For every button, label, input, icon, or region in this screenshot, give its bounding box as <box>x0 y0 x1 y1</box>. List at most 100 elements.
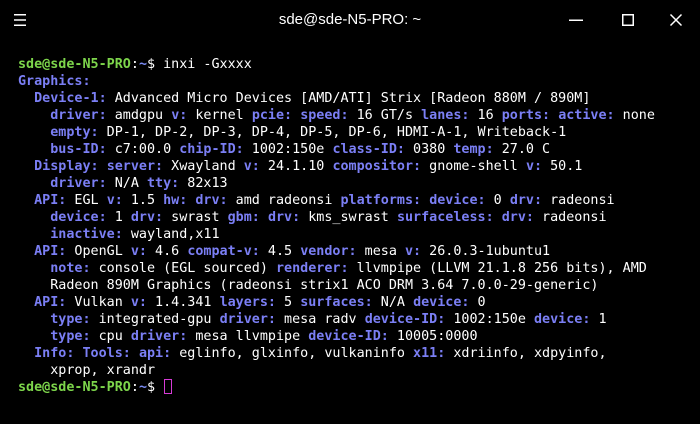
output-value: 26.0.3-1ubuntu1 <box>421 244 551 259</box>
output-key: type: <box>50 312 91 327</box>
output-key: API: <box>34 295 67 310</box>
output-key: layers: <box>219 295 276 310</box>
prompt-symbol: $ <box>147 57 164 72</box>
output-key: server: <box>106 159 164 174</box>
prompt-user-host: sde@sde-N5-PRO <box>18 57 131 72</box>
output-value: 4.5 <box>259 244 301 259</box>
output-value: kernel <box>187 108 252 123</box>
output-value: 1.5 <box>122 193 164 208</box>
output-line: Radeon 890M Graphics (radeonsi strix1 AC… <box>18 277 692 294</box>
output-key: v: <box>243 159 260 174</box>
output-value: Advanced Micro Devices [AMD/ATI] Strix [… <box>106 91 591 106</box>
output-value: 1002:150e <box>445 312 534 327</box>
output-value: radeonsi <box>534 210 607 225</box>
output-value: eglinfo, glxinfo, vulkaninfo <box>171 346 414 361</box>
output-value <box>18 329 50 344</box>
output-key: Device-1: <box>34 91 107 106</box>
output-value <box>99 159 107 174</box>
output-key: API: <box>34 193 67 208</box>
output-key: surfaces: <box>300 295 373 310</box>
output-value <box>18 244 34 259</box>
output-key: device: <box>50 210 107 225</box>
close-icon[interactable] <box>664 8 688 32</box>
output-value: 1 <box>106 210 131 225</box>
output-value <box>421 193 429 208</box>
current-prompt-line[interactable]: sde@sde-N5-PRO:~$ <box>18 379 692 396</box>
output-value <box>260 210 268 225</box>
output-value: 1002:150e <box>243 142 333 157</box>
output-key: v: <box>525 159 543 174</box>
output-value: kms_swrast <box>300 210 397 225</box>
output-key: pcie: <box>251 108 293 123</box>
output-key: surfaceless: <box>396 210 494 225</box>
output-value <box>74 346 82 361</box>
output-line: type: cpu driver: mesa llvmpipe device-I… <box>18 328 692 345</box>
output-value: xdriinfo, xdpyinfo, <box>445 346 607 361</box>
output-value: xprop, xrandr <box>18 363 156 378</box>
maximize-icon[interactable] <box>616 8 640 32</box>
output-key: ports: <box>501 108 551 123</box>
output-key: gbm: <box>227 210 260 225</box>
output-value: 16 <box>469 108 502 123</box>
output-key: drv: <box>501 210 534 225</box>
output-value: N/A <box>106 176 147 191</box>
output-line: Info: Tools: api: eglinfo, glxinfo, vulk… <box>18 345 692 362</box>
output-key: v: <box>130 244 147 259</box>
output-value <box>131 346 139 361</box>
output-line: API: EGL v: 1.5 hw: drv: amd radeonsi pl… <box>18 192 692 209</box>
prompt-colon: : <box>130 57 139 72</box>
output-key: active: <box>558 108 615 123</box>
output-value: 50.1 <box>542 159 583 174</box>
output-key: api: <box>138 346 172 361</box>
output-value: Radeon 890M Graphics (radeonsi strix1 AC… <box>18 278 599 293</box>
output-value: c7:00.0 <box>106 142 180 157</box>
minimize-icon[interactable] <box>564 8 588 32</box>
inxi-output: Graphics: Device-1: Advanced Micro Devic… <box>18 73 692 379</box>
prompt-user-host: sde@sde-N5-PRO <box>18 380 131 395</box>
output-value: 10005:0000 <box>388 329 478 344</box>
output-value: 4.6 <box>147 244 188 259</box>
output-line: note: console (EGL sourced) renderer: ll… <box>18 260 692 277</box>
output-value: 16 GT/s <box>348 108 422 123</box>
output-key: device: <box>534 312 591 327</box>
output-value <box>292 108 300 123</box>
output-key: chip-ID: <box>179 142 244 157</box>
output-key: Info: <box>34 346 75 361</box>
output-line: Device-1: Advanced Micro Devices [AMD/AT… <box>18 90 692 107</box>
output-value: llvmpipe (LLVM 21.1.8 256 bits), AMD <box>348 261 647 276</box>
text-cursor <box>164 379 173 394</box>
output-key: compositor: <box>332 159 422 174</box>
output-key: lanes: <box>421 108 470 123</box>
output-key: device: <box>429 193 486 208</box>
output-value <box>18 142 50 157</box>
output-value: Vulkan <box>66 295 131 310</box>
output-value: OpenGL <box>66 244 131 259</box>
output-key: hw: <box>163 193 188 208</box>
prompt-path: ~ <box>138 57 147 72</box>
output-key: drv: <box>267 210 301 225</box>
output-value: amdgpu <box>106 108 172 123</box>
output-value: mesa radv <box>276 312 365 327</box>
output-key: renderer: <box>276 261 349 276</box>
output-value: N/A <box>372 295 414 310</box>
output-value: radeonsi <box>542 193 615 208</box>
output-line: Display: server: Xwayland v: 24.1.10 com… <box>18 158 692 175</box>
output-line: type: integrated-gpu driver: mesa radv d… <box>18 311 692 328</box>
output-key: platforms: <box>340 193 422 208</box>
output-key: type: <box>50 329 91 344</box>
output-value: EGL <box>66 193 107 208</box>
terminal-window: sde@sde-N5-PRO: ~ sde@sde-N5-PRO:~$ inxi… <box>0 0 700 424</box>
terminal-output[interactable]: sde@sde-N5-PRO:~$ inxi -Gxxxx Graphics: … <box>18 56 692 424</box>
output-value: 27.0 C <box>493 142 551 157</box>
output-key: drv: <box>509 193 543 208</box>
prompt-path: ~ <box>138 380 147 395</box>
output-value <box>18 193 34 208</box>
output-value: 24.1.10 <box>259 159 333 174</box>
output-value <box>18 312 50 327</box>
output-key: temp: <box>453 142 494 157</box>
output-key: drv: <box>130 210 164 225</box>
output-value: 82x13 <box>179 176 228 191</box>
output-value <box>18 346 34 361</box>
output-value: 5 <box>276 295 301 310</box>
output-key: Tools: <box>82 346 131 361</box>
